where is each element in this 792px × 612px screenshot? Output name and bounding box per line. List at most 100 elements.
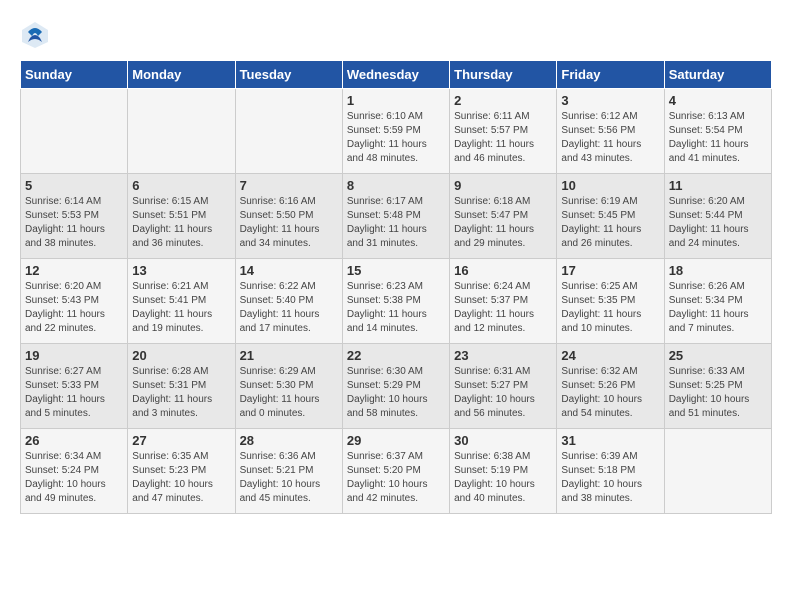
calendar-cell: 11 Sunrise: 6:20 AM Sunset: 5:44 PM Dayli…: [664, 174, 771, 259]
logo-icon: [20, 20, 50, 50]
day-number: 22: [347, 348, 445, 363]
day-info: Sunrise: 6:14 AM Sunset: 5:53 PM Dayligh…: [25, 195, 123, 251]
calendar-cell: 10 Sunrise: 6:19 AM Sunset: 5:45 PM Dayli…: [557, 174, 664, 259]
day-number: 10: [561, 178, 659, 193]
day-number: 9: [454, 178, 552, 193]
day-info: Sunrise: 6:28 AM Sunset: 5:31 PM Dayligh…: [132, 365, 230, 421]
day-number: 8: [347, 178, 445, 193]
day-number: 18: [669, 263, 767, 278]
day-number: 23: [454, 348, 552, 363]
calendar-cell: 9 Sunrise: 6:18 AM Sunset: 5:47 PM Daylig…: [450, 174, 557, 259]
day-number: 20: [132, 348, 230, 363]
day-number: 29: [347, 433, 445, 448]
day-info: Sunrise: 6:20 AM Sunset: 5:43 PM Dayligh…: [25, 280, 123, 336]
day-number: 11: [669, 178, 767, 193]
day-header-tuesday: Tuesday: [235, 61, 342, 89]
day-info: Sunrise: 6:22 AM Sunset: 5:40 PM Dayligh…: [240, 280, 338, 336]
calendar-cell: [128, 89, 235, 174]
day-info: Sunrise: 6:26 AM Sunset: 5:34 PM Dayligh…: [669, 280, 767, 336]
week-row-3: 12 Sunrise: 6:20 AM Sunset: 5:43 PM Dayli…: [21, 259, 772, 344]
day-info: Sunrise: 6:33 AM Sunset: 5:25 PM Dayligh…: [669, 365, 767, 421]
day-info: Sunrise: 6:25 AM Sunset: 5:35 PM Dayligh…: [561, 280, 659, 336]
calendar-cell: 25 Sunrise: 6:33 AM Sunset: 5:25 PM Dayli…: [664, 344, 771, 429]
calendar-cell: [235, 89, 342, 174]
day-number: 27: [132, 433, 230, 448]
page-header: [20, 20, 772, 50]
calendar-cell: 3 Sunrise: 6:12 AM Sunset: 5:56 PM Daylig…: [557, 89, 664, 174]
calendar-cell: 13 Sunrise: 6:21 AM Sunset: 5:41 PM Dayli…: [128, 259, 235, 344]
calendar-cell: 27Sunrise: 6:35 AM Sunset: 5:23 PM Dayli…: [128, 429, 235, 514]
day-number: 25: [669, 348, 767, 363]
day-info: Sunrise: 6:20 AM Sunset: 5:44 PM Dayligh…: [669, 195, 767, 251]
calendar-cell: 2Sunrise: 6:11 AM Sunset: 5:57 PM Daylig…: [450, 89, 557, 174]
calendar-cell: 7 Sunrise: 6:16 AM Sunset: 5:50 PM Daylig…: [235, 174, 342, 259]
week-row-1: 1 Sunrise: 6:10 AM Sunset: 5:59 PM Daylig…: [21, 89, 772, 174]
day-number: 4: [669, 93, 767, 108]
calendar-cell: 21 Sunrise: 6:29 AM Sunset: 5:30 PM Dayli…: [235, 344, 342, 429]
calendar-cell: 23 Sunrise: 6:31 AM Sunset: 5:27 PM Dayli…: [450, 344, 557, 429]
day-number: 24: [561, 348, 659, 363]
calendar-cell: 22 Sunrise: 6:30 AM Sunset: 5:29 PM Dayli…: [342, 344, 449, 429]
day-number: 28: [240, 433, 338, 448]
day-number: 30: [454, 433, 552, 448]
day-header-thursday: Thursday: [450, 61, 557, 89]
day-number: 14: [240, 263, 338, 278]
day-info: Sunrise: 6:36 AM Sunset: 5:21 PM Dayligh…: [240, 450, 338, 506]
week-row-2: 5Sunrise: 6:14 AM Sunset: 5:53 PM Daylig…: [21, 174, 772, 259]
calendar-cell: 26 Sunrise: 6:34 AM Sunset: 5:24 PM Dayli…: [21, 429, 128, 514]
day-header-friday: Friday: [557, 61, 664, 89]
day-header-sunday: Sunday: [21, 61, 128, 89]
day-number: 6: [132, 178, 230, 193]
day-info: Sunrise: 6:15 AM Sunset: 5:51 PM Dayligh…: [132, 195, 230, 251]
day-number: 17: [561, 263, 659, 278]
calendar-cell: 20 Sunrise: 6:28 AM Sunset: 5:31 PM Dayli…: [128, 344, 235, 429]
calendar-cell: 30Sunrise: 6:38 AM Sunset: 5:19 PM Dayli…: [450, 429, 557, 514]
day-info: Sunrise: 6:34 AM Sunset: 5:24 PM Dayligh…: [25, 450, 123, 506]
day-header-saturday: Saturday: [664, 61, 771, 89]
calendar-cell: 4Sunrise: 6:13 AM Sunset: 5:54 PM Daylig…: [664, 89, 771, 174]
day-info: Sunrise: 6:37 AM Sunset: 5:20 PM Dayligh…: [347, 450, 445, 506]
day-number: 7: [240, 178, 338, 193]
day-info: Sunrise: 6:31 AM Sunset: 5:27 PM Dayligh…: [454, 365, 552, 421]
logo: [20, 20, 54, 50]
calendar-cell: 31Sunrise: 6:39 AM Sunset: 5:18 PM Dayli…: [557, 429, 664, 514]
day-info: Sunrise: 6:18 AM Sunset: 5:47 PM Dayligh…: [454, 195, 552, 251]
day-number: 16: [454, 263, 552, 278]
day-info: Sunrise: 6:12 AM Sunset: 5:56 PM Dayligh…: [561, 110, 659, 166]
calendar-cell: 24Sunrise: 6:32 AM Sunset: 5:26 PM Dayli…: [557, 344, 664, 429]
day-number: 12: [25, 263, 123, 278]
day-number: 1: [347, 93, 445, 108]
calendar-body: 1 Sunrise: 6:10 AM Sunset: 5:59 PM Daylig…: [21, 89, 772, 514]
calendar-cell: 15 Sunrise: 6:23 AM Sunset: 5:38 PM Dayli…: [342, 259, 449, 344]
day-info: Sunrise: 6:23 AM Sunset: 5:38 PM Dayligh…: [347, 280, 445, 336]
day-number: 26: [25, 433, 123, 448]
day-number: 19: [25, 348, 123, 363]
day-header-wednesday: Wednesday: [342, 61, 449, 89]
calendar-cell: 28 Sunrise: 6:36 AM Sunset: 5:21 PM Dayli…: [235, 429, 342, 514]
day-info: Sunrise: 6:30 AM Sunset: 5:29 PM Dayligh…: [347, 365, 445, 421]
calendar-cell: 14 Sunrise: 6:22 AM Sunset: 5:40 PM Dayli…: [235, 259, 342, 344]
calendar-cell: 17 Sunrise: 6:25 AM Sunset: 5:35 PM Dayli…: [557, 259, 664, 344]
calendar-cell: 8 Sunrise: 6:17 AM Sunset: 5:48 PM Daylig…: [342, 174, 449, 259]
day-info: Sunrise: 6:11 AM Sunset: 5:57 PM Dayligh…: [454, 110, 552, 166]
day-info: Sunrise: 6:17 AM Sunset: 5:48 PM Dayligh…: [347, 195, 445, 251]
day-info: Sunrise: 6:10 AM Sunset: 5:59 PM Dayligh…: [347, 110, 445, 166]
calendar-cell: 18 Sunrise: 6:26 AM Sunset: 5:34 PM Dayli…: [664, 259, 771, 344]
day-info: Sunrise: 6:19 AM Sunset: 5:45 PM Dayligh…: [561, 195, 659, 251]
day-info: Sunrise: 6:24 AM Sunset: 5:37 PM Dayligh…: [454, 280, 552, 336]
day-number: 21: [240, 348, 338, 363]
calendar-table: SundayMondayTuesdayWednesdayThursdayFrid…: [20, 60, 772, 514]
day-number: 15: [347, 263, 445, 278]
calendar-cell: 29 Sunrise: 6:37 AM Sunset: 5:20 PM Dayli…: [342, 429, 449, 514]
day-info: Sunrise: 6:16 AM Sunset: 5:50 PM Dayligh…: [240, 195, 338, 251]
calendar-header: SundayMondayTuesdayWednesdayThursdayFrid…: [21, 61, 772, 89]
day-number: 3: [561, 93, 659, 108]
day-info: Sunrise: 6:29 AM Sunset: 5:30 PM Dayligh…: [240, 365, 338, 421]
day-info: Sunrise: 6:21 AM Sunset: 5:41 PM Dayligh…: [132, 280, 230, 336]
header-row: SundayMondayTuesdayWednesdayThursdayFrid…: [21, 61, 772, 89]
day-number: 13: [132, 263, 230, 278]
calendar-cell: 1 Sunrise: 6:10 AM Sunset: 5:59 PM Daylig…: [342, 89, 449, 174]
calendar-cell: 6 Sunrise: 6:15 AM Sunset: 5:51 PM Daylig…: [128, 174, 235, 259]
week-row-5: 26 Sunrise: 6:34 AM Sunset: 5:24 PM Dayli…: [21, 429, 772, 514]
day-header-monday: Monday: [128, 61, 235, 89]
